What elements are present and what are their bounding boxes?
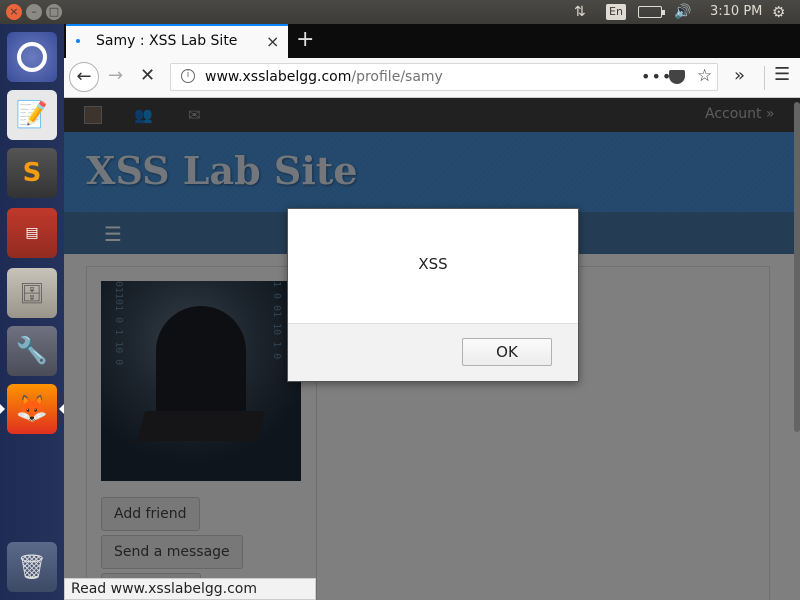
text-editor-icon[interactable]: 📝 <box>7 90 57 140</box>
tab-bar: Samy : XSS Lab Site × + <box>64 24 800 58</box>
url-text[interactable]: www.xsslabelgg.com/profile/samy <box>205 69 443 85</box>
bookmark-star-icon[interactable]: ☆ <box>697 66 712 86</box>
firefox-window: Samy : XSS Lab Site × + ← → ✕ i www.xssl… <box>64 24 800 600</box>
firefox-icon[interactable]: 🦊 <box>7 384 57 434</box>
overflow-menu-icon[interactable]: » <box>734 65 745 86</box>
tab-samy-profile[interactable]: Samy : XSS Lab Site × <box>66 24 288 58</box>
status-bar: Read www.xsslabelgg.com <box>64 578 316 600</box>
running-indicator-left <box>0 404 5 414</box>
loading-dot-icon <box>76 39 80 43</box>
window-minimize-button[interactable]: – <box>26 4 42 20</box>
url-path: /profile/samy <box>351 69 443 85</box>
sublime-text-icon[interactable]: S <box>7 148 57 198</box>
top-panel: × – □ ⇅ En 🔊 3:10 PM ⚙ <box>0 0 800 24</box>
navigation-toolbar: ← → ✕ i www.xsslabelgg.com/profile/samy … <box>64 58 800 98</box>
network-icon[interactable]: ⇅ <box>574 3 586 21</box>
ubuntu-dash-icon[interactable] <box>7 32 57 82</box>
keyboard-language-indicator[interactable]: En <box>606 4 626 20</box>
new-tab-button[interactable]: + <box>296 27 314 52</box>
launcher: 📝 S ▤ 🗄 🔧 🦊 🗑 <box>0 24 64 600</box>
url-host: www.xsslabelgg.com <box>205 69 352 85</box>
modal-overlay: XSS OK <box>64 98 800 600</box>
alert-footer: OK <box>288 323 578 381</box>
pocket-icon[interactable] <box>669 70 685 84</box>
toolbar-separator <box>764 66 765 90</box>
site-info-icon[interactable]: i <box>181 69 195 83</box>
page-actions-icon[interactable]: ••• <box>641 67 672 86</box>
tab-title: Samy : XSS Lab Site <box>96 33 238 49</box>
system-settings-icon[interactable]: ⚙ <box>772 3 785 21</box>
volume-icon[interactable]: 🔊 <box>674 3 691 21</box>
terminal-icon[interactable]: ▤ <box>7 208 57 258</box>
hamburger-menu-icon[interactable]: ☰ <box>774 64 790 85</box>
stop-button[interactable]: ✕ <box>140 65 155 86</box>
alert-dialog: XSS OK <box>287 208 579 382</box>
tab-close-icon[interactable]: × <box>266 32 279 51</box>
system-settings-launcher-icon[interactable]: 🔧 <box>7 326 57 376</box>
clock[interactable]: 3:10 PM <box>710 3 762 21</box>
battery-icon[interactable] <box>638 6 665 18</box>
back-button[interactable]: ← <box>69 62 99 92</box>
alert-message: XSS <box>418 255 448 273</box>
files-icon[interactable]: 🗄 <box>7 268 57 318</box>
forward-button[interactable]: → <box>108 65 123 86</box>
url-bar[interactable]: i www.xsslabelgg.com/profile/samy ••• ☆ <box>170 63 718 91</box>
window-close-button[interactable]: × <box>6 4 22 20</box>
trash-icon[interactable]: 🗑 <box>7 542 57 592</box>
ok-button[interactable]: OK <box>462 338 552 366</box>
window-maximize-button[interactable]: □ <box>46 4 62 20</box>
